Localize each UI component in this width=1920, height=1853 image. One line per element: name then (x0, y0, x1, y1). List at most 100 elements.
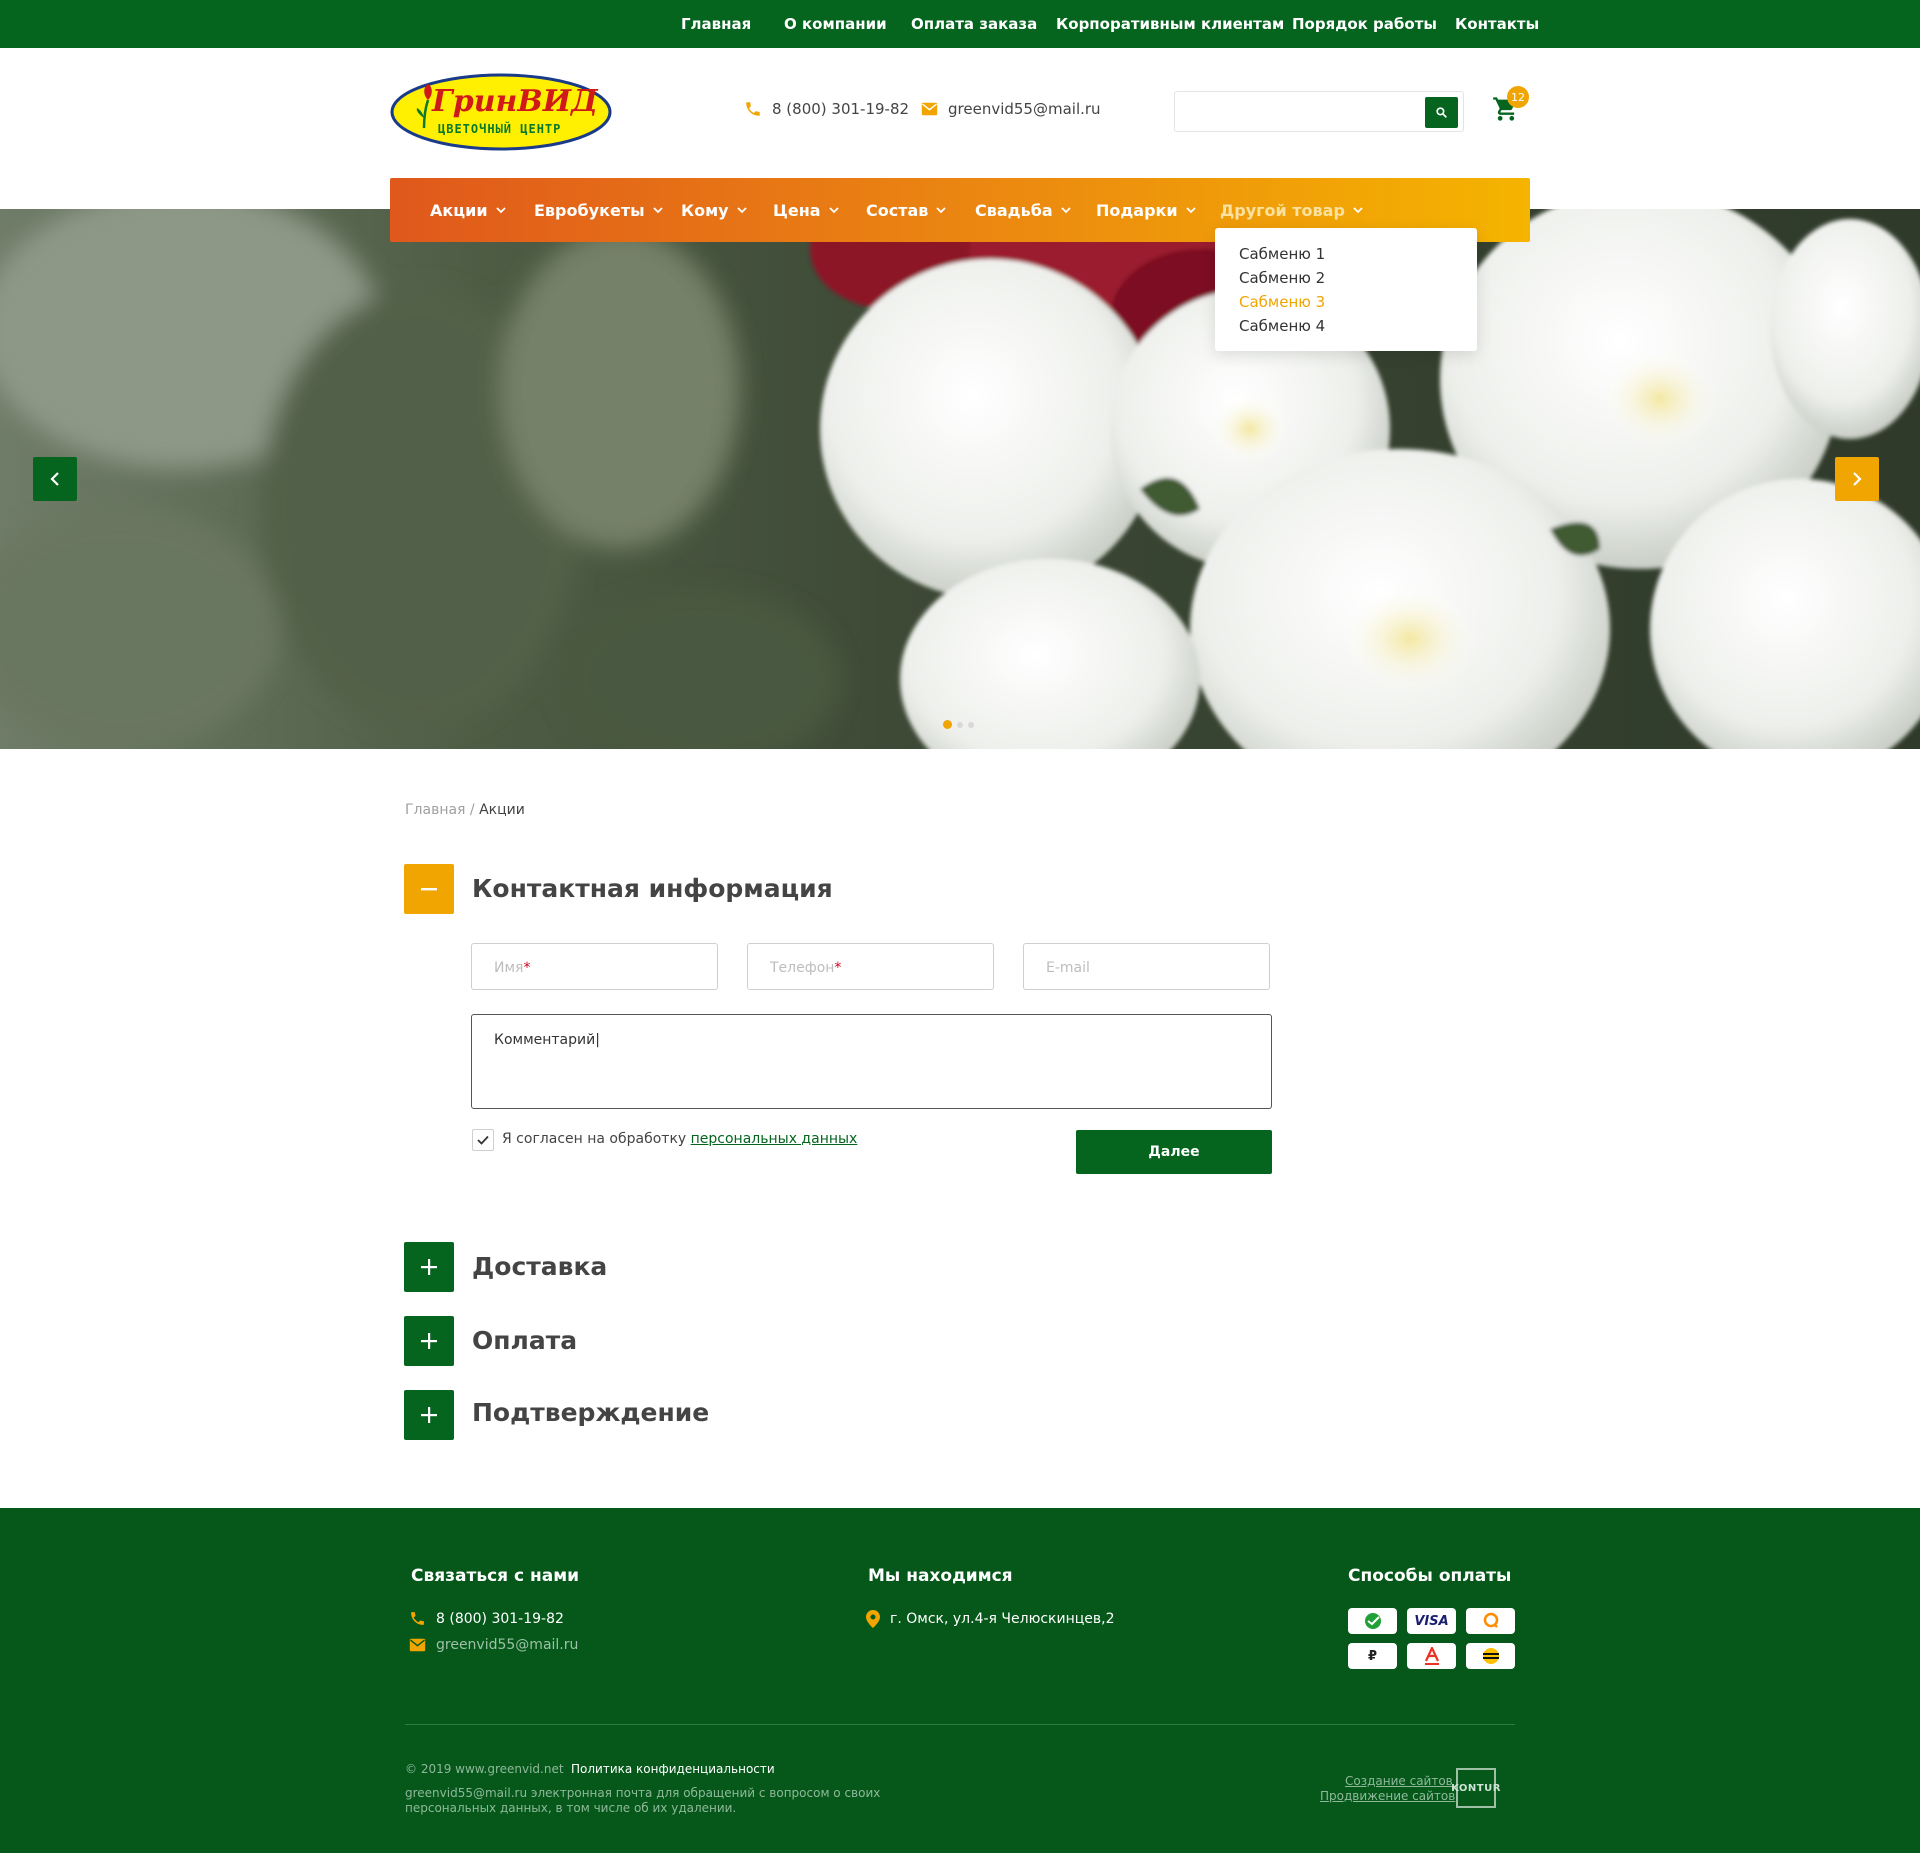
topnav-workflow[interactable]: Порядок работы (1292, 15, 1437, 33)
slider-dot-2[interactable] (957, 721, 963, 728)
slider-next-button[interactable] (1835, 457, 1879, 501)
privacy-policy-link[interactable]: Политика конфиденциальности (571, 1762, 775, 1776)
breadcrumb-home[interactable]: Главная (405, 802, 465, 818)
footer-phone[interactable]: 8 (800) 301-19-82 (409, 1610, 564, 1627)
chevron-down-icon (1061, 207, 1071, 214)
menu-item-wedding[interactable]: Свадьба (975, 178, 1071, 242)
site-logo[interactable]: ГринВИД ЦВЕТОЧНЫЙ ЦЕНТР (390, 72, 612, 152)
slider-dots (943, 720, 974, 729)
comment-field[interactable] (471, 1014, 1272, 1109)
location-pin-icon (866, 1610, 880, 1628)
submenu-item[interactable]: Сабменю 1 (1215, 242, 1477, 266)
chevron-down-icon (736, 207, 747, 214)
chevron-down-icon (652, 207, 663, 214)
footer-address-text: г. Омск, ул.4-я Челюскинцев,2 (890, 1611, 1115, 1627)
expand-delivery-button[interactable] (404, 1242, 454, 1292)
search-button[interactable] (1425, 97, 1458, 128)
chevron-down-icon (495, 207, 506, 214)
kontur-logo[interactable]: KONTUR (1451, 1768, 1500, 1808)
search-box (1174, 91, 1464, 132)
menu-item-label: Состав (866, 200, 929, 220)
submenu-dropdown: Сабменю 1 Сабменю 2 Сабменю 3 Сабменю 4 (1215, 228, 1477, 351)
breadcrumb: Главная / Акции (405, 802, 525, 818)
footer-divider (405, 1724, 1515, 1725)
check-icon (477, 1135, 489, 1145)
chevron-right-icon (1853, 472, 1862, 486)
qiwi-logo (1483, 1612, 1498, 1628)
menu-item-label: Акции (430, 200, 488, 220)
cart-count-badge: 12 (1507, 86, 1529, 108)
menu-item-price[interactable]: Цена (773, 178, 839, 242)
visa-icon: VISA (1407, 1608, 1456, 1634)
menu-item-recipient[interactable]: Кому (681, 178, 747, 242)
header-phone[interactable]: 8 (800) 301-19-82 (744, 100, 909, 118)
chevron-down-icon (936, 207, 947, 214)
footer-address: г. Омск, ул.4-я Челюскинцев,2 (866, 1610, 1115, 1628)
web-development-link[interactable]: Создание сайтов (1345, 1774, 1453, 1788)
header-email[interactable]: greenvid55@mail.ru (921, 100, 1101, 118)
footer-location-heading: Мы находимся (868, 1566, 1013, 1586)
minus-icon (421, 887, 437, 890)
personal-data-link[interactable]: персональных данных (691, 1131, 858, 1147)
menu-item-gifts[interactable]: Подарки (1096, 178, 1196, 242)
sberbank-icon (1348, 1608, 1397, 1634)
section-title-payment: Оплата (472, 1326, 578, 1355)
submenu-item[interactable]: Сабменю 4 (1215, 314, 1477, 338)
slider-dot-3[interactable] (968, 721, 974, 728)
footer-email[interactable]: greenvid55@mail.ru (409, 1637, 578, 1653)
phone-icon (411, 1612, 424, 1625)
slider-prev-button[interactable] (33, 457, 77, 501)
phone-field[interactable] (747, 943, 994, 990)
menu-item-label: Другой товар (1220, 200, 1345, 220)
topnav-corporate[interactable]: Корпоративным клиентам (1056, 15, 1284, 33)
seo-promotion-link[interactable]: Продвижение сайтов (1320, 1789, 1455, 1803)
expand-confirmation-button[interactable] (404, 1390, 454, 1440)
footer-phone-text: 8 (800) 301-19-82 (436, 1610, 564, 1627)
mail-icon (921, 102, 938, 116)
footer-note-line1: greenvid55@mail.ru электронная почта для… (405, 1786, 880, 1800)
comment-field-value: Комментарий| (494, 1032, 600, 1048)
footer-note-line2: персональных данных, в том числе об их у… (405, 1801, 737, 1815)
email-field[interactable] (1023, 943, 1270, 990)
sberbank-logo (1364, 1613, 1381, 1629)
submenu-item-active[interactable]: Сабменю 3 (1215, 290, 1477, 314)
search-icon (1436, 107, 1447, 118)
slider-dot-1[interactable] (943, 720, 952, 729)
expand-payment-button[interactable] (404, 1316, 454, 1366)
plus-icon (421, 1407, 437, 1423)
topnav-home[interactable]: Главная (681, 15, 751, 33)
search-input[interactable] (1181, 98, 1421, 126)
name-field[interactable] (471, 943, 718, 990)
topnav-contacts[interactable]: Контакты (1455, 15, 1539, 33)
footer (0, 1508, 1920, 1853)
header-phone-text: 8 (800) 301-19-82 (772, 100, 910, 118)
submenu-item[interactable]: Сабменю 2 (1215, 266, 1477, 290)
chevron-down-icon (1353, 207, 1363, 214)
menu-item-eurobouquets[interactable]: Евробукеты (534, 178, 663, 242)
topnav-payment[interactable]: Оплата заказа (911, 15, 1037, 33)
beeline-icon (1466, 1643, 1515, 1669)
menu-item-promos[interactable]: Акции (430, 178, 506, 242)
footer-copyright: © 2019 www.greenvid.net (405, 1762, 564, 1776)
hero-slider (0, 209, 1920, 749)
topnav-about[interactable]: О компании (784, 15, 887, 33)
breadcrumb-current: Акции (479, 802, 525, 818)
menu-item-label: Свадьба (975, 200, 1053, 220)
breadcrumb-separator: / (465, 802, 480, 818)
menu-item-composition[interactable]: Состав (866, 178, 947, 242)
plus-icon (421, 1259, 437, 1275)
next-button[interactable]: Далее (1076, 1130, 1272, 1174)
section-title-contact: Контактная информация (472, 874, 833, 903)
logo-subtitle: ЦВЕТОЧНЫЙ ЦЕНТР (438, 122, 562, 136)
consent-checkbox[interactable] (472, 1129, 494, 1151)
chevron-down-icon (1185, 207, 1196, 214)
consent-label: Я согласен на обработку (502, 1131, 691, 1147)
menu-item-label: Кому (681, 200, 729, 220)
menu-item-label: Цена (773, 200, 821, 220)
footer-note-email-link[interactable]: greenvid55@mail.ru (405, 1786, 527, 1800)
plus-icon (421, 1333, 437, 1349)
consent-text: Я согласен на обработку персональных дан… (502, 1131, 857, 1147)
collapse-contact-button[interactable] (404, 864, 454, 914)
beeline-logo (1482, 1648, 1499, 1664)
footer-email-text: greenvid55@mail.ru (436, 1637, 579, 1653)
